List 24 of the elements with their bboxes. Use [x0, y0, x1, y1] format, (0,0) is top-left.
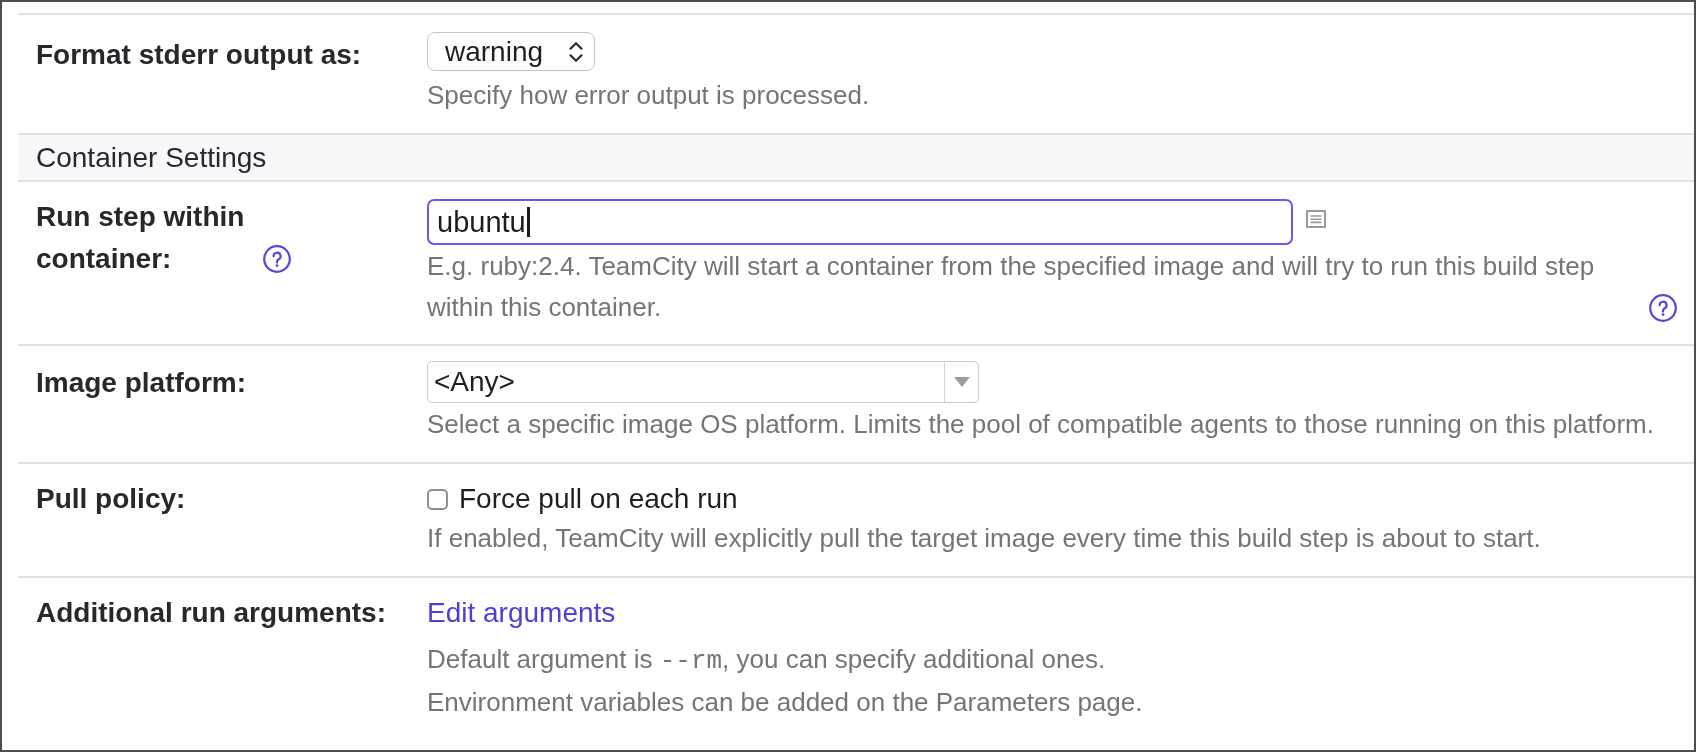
checkbox[interactable] [427, 488, 448, 510]
section-header: Container Settings [18, 133, 1694, 180]
help-icon[interactable] [263, 245, 291, 273]
caret-down-icon [953, 377, 970, 387]
edit-link[interactable]: Edit arguments [427, 597, 616, 629]
hint-text: Environment variables can be added on the Parameters page. [427, 687, 1143, 717]
hint-text: E.g. ruby:2.4. TeamCity will start a container from the specified image and will try to run this build step within this container. [427, 250, 1596, 324]
checkbox-label: Force pull on each run [459, 483, 738, 515]
hint-text: Select a specific image OS platform. Limits the pool of compatible agents to those running on this platform. [427, 409, 1654, 439]
list-icon[interactable] [1306, 210, 1326, 228]
dropdown[interactable]: <Any> [427, 361, 979, 403]
text-cursor-icon [526, 207, 530, 237]
text-input[interactable]: ubuntu [427, 199, 1293, 245]
field-label: Additional run arguments: [36, 597, 386, 628]
chevron-up-down-icon [569, 40, 583, 63]
field-label: Image platform: [36, 367, 247, 398]
hint-text: Specify how error output is processed. [427, 80, 870, 110]
field-label: Format stderr output as: [36, 39, 362, 70]
dropdown[interactable]: warning [427, 32, 595, 71]
hint-text: If enabled, TeamCity will explicitly pull the target image every time this build step is about to start. [427, 523, 1541, 553]
hint-text: Default argument is --rm, you can specify additional ones. [427, 644, 1106, 674]
field-label: Pull policy: [36, 483, 186, 514]
help-icon[interactable] [1649, 294, 1677, 322]
field-label: Run step within container: [36, 200, 246, 276]
